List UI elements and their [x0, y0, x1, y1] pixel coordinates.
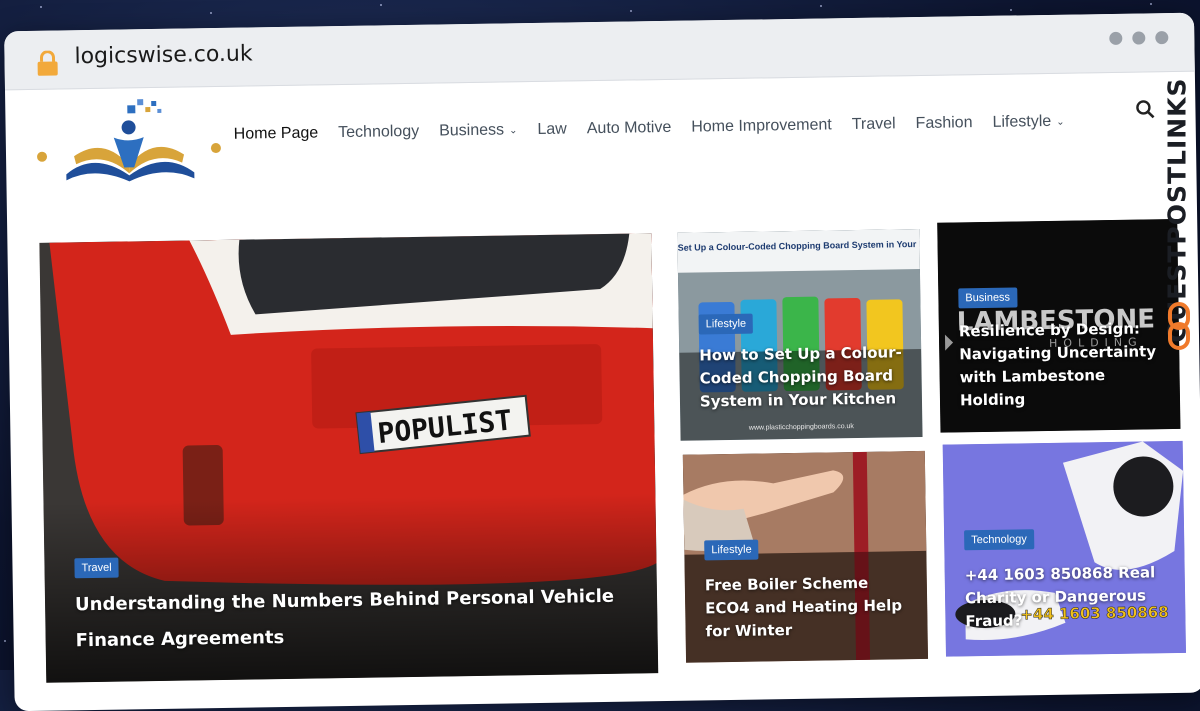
nav-item-technology[interactable]: Technology [338, 123, 419, 142]
nav-label: Lifestyle [992, 112, 1052, 131]
category-badge[interactable]: Travel [74, 557, 119, 579]
post-card-chopping-board[interactable]: How to Set Up a Colour-Coded Chopping Bo… [677, 228, 923, 441]
post-title[interactable]: Resilience by Design: Navigating Uncerta… [959, 317, 1175, 412]
window-dot-icon[interactable] [1155, 31, 1169, 45]
site-logo[interactable] [33, 94, 224, 191]
nav-label: Fashion [915, 114, 973, 133]
chevron-down-icon: ⌄ [508, 124, 518, 136]
nav-label: Home Improvement [691, 116, 832, 136]
window-dot-icon[interactable] [1132, 31, 1146, 45]
chevron-down-icon: ⌄ [1056, 116, 1065, 128]
category-badge[interactable]: Technology [964, 529, 1034, 551]
category-badge[interactable]: Business [958, 287, 1018, 309]
featured-post-title[interactable]: Understanding the Numbers Behind Persona… [75, 579, 636, 660]
nav-item-travel[interactable]: Travel [852, 115, 896, 134]
post-card-lambestone[interactable]: LAMBESTONE HOLDING Business Resilience b… [937, 218, 1181, 433]
featured-post-card[interactable]: POPULIST Travel Understanding the Number… [39, 233, 659, 683]
post-card-phone-fraud[interactable]: +44 1603 850868 Technology +44 1603 8508… [942, 440, 1186, 657]
link-icon [1166, 302, 1192, 356]
browser-window: logicswise.co.uk Home Page Technology Bu… [4, 12, 1200, 711]
nav-label: Business [439, 121, 505, 140]
lock-icon [36, 50, 58, 80]
main-nav: Home Page Technology Business ⌄ Law Auto … [234, 113, 1065, 144]
window-controls [1109, 31, 1169, 45]
nav-label: Technology [338, 122, 420, 142]
post-title[interactable]: Free Boiler Scheme ECO4 and Heating Help… [705, 571, 916, 643]
search-icon[interactable] [1135, 99, 1155, 123]
nav-item-home-improvement[interactable]: Home Improvement [691, 116, 832, 136]
nav-label: Travel [851, 115, 896, 134]
site-header: Home Page Technology Business ⌄ Law Auto … [5, 71, 1197, 200]
nav-label: Auto Motive [586, 118, 672, 138]
category-badge[interactable]: Lifestyle [704, 539, 759, 561]
post-card-boiler[interactable]: Lifestyle Free Boiler Scheme ECO4 and He… [682, 450, 929, 663]
nav-item-business[interactable]: Business ⌄ [439, 121, 518, 140]
post-title[interactable]: +44 1603 850868 Real Charity or Dangerou… [965, 561, 1171, 633]
address-bar-url[interactable]: logicswise.co.uk [74, 41, 253, 69]
nav-item-law[interactable]: Law [537, 121, 567, 139]
nav-item-lifestyle[interactable]: Lifestyle ⌄ [992, 113, 1064, 132]
nav-item-home-page[interactable]: Home Page [234, 124, 319, 143]
nav-item-auto-motive[interactable]: Auto Motive [587, 119, 672, 138]
window-dot-icon[interactable] [1109, 31, 1123, 45]
nav-label: Home Page [233, 124, 319, 143]
category-badge[interactable]: Lifestyle [698, 313, 754, 335]
nav-label: Law [537, 120, 567, 138]
nav-item-fashion[interactable]: Fashion [915, 114, 972, 133]
post-title[interactable]: How to Set Up a Colour-Coded Chopping Bo… [699, 341, 910, 413]
